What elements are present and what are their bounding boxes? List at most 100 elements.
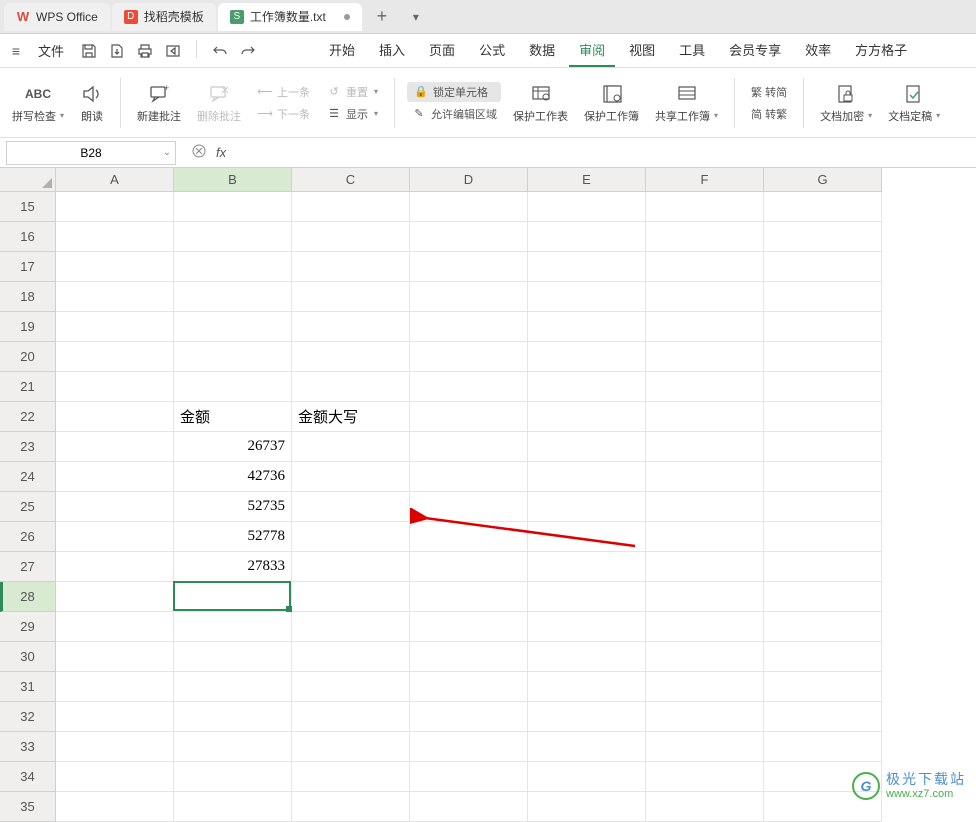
cell[interactable] [410, 672, 528, 702]
cancel-icon[interactable] [192, 144, 206, 161]
cell[interactable] [764, 402, 882, 432]
cell[interactable] [174, 672, 292, 702]
cell[interactable] [292, 252, 410, 282]
preview-icon[interactable] [162, 40, 184, 62]
row-header[interactable]: 20 [0, 342, 56, 372]
cell[interactable] [56, 702, 174, 732]
cell[interactable] [646, 342, 764, 372]
cell[interactable] [528, 612, 646, 642]
cell[interactable] [174, 372, 292, 402]
cell[interactable] [410, 732, 528, 762]
row-header[interactable]: 26 [0, 522, 56, 552]
cell[interactable] [56, 402, 174, 432]
cell[interactable] [646, 732, 764, 762]
cell[interactable] [56, 762, 174, 792]
row-header[interactable]: 32 [0, 702, 56, 732]
cell[interactable] [56, 282, 174, 312]
cell[interactable] [646, 642, 764, 672]
cell[interactable] [528, 432, 646, 462]
cell[interactable] [764, 252, 882, 282]
menu-tab-member[interactable]: 会员专享 [719, 34, 791, 67]
cell[interactable] [410, 642, 528, 672]
cell[interactable] [764, 222, 882, 252]
cell[interactable] [174, 342, 292, 372]
cell[interactable]: 52778 [174, 522, 292, 552]
file-menu[interactable]: 文件 [30, 41, 72, 60]
protect-sheet-button[interactable]: 保护工作表 [509, 82, 572, 124]
tab-workbook[interactable]: S 工作簿数量.txt [218, 3, 362, 31]
row-header[interactable]: 34 [0, 762, 56, 792]
cell[interactable] [410, 762, 528, 792]
export-icon[interactable] [106, 40, 128, 62]
undo-icon[interactable] [209, 40, 231, 62]
cell[interactable] [646, 282, 764, 312]
redo-icon[interactable] [237, 40, 259, 62]
cell[interactable] [646, 402, 764, 432]
cell[interactable] [410, 492, 528, 522]
cell[interactable] [528, 312, 646, 342]
cell[interactable] [410, 702, 528, 732]
cell[interactable] [764, 672, 882, 702]
finalize-button[interactable]: 文档定稿▾ [884, 82, 944, 124]
menu-tab-efficiency[interactable]: 效率 [795, 34, 841, 67]
cell[interactable] [528, 492, 646, 522]
cell[interactable] [174, 312, 292, 342]
cell[interactable] [528, 522, 646, 552]
row-header[interactable]: 33 [0, 732, 56, 762]
cell[interactable] [174, 192, 292, 222]
cell[interactable] [764, 522, 882, 552]
cell[interactable] [764, 342, 882, 372]
cell[interactable] [646, 432, 764, 462]
cell[interactable] [174, 582, 292, 612]
cell[interactable] [56, 672, 174, 702]
allow-edit-button[interactable]: ✎允许编辑区域 [407, 104, 501, 124]
cell[interactable] [292, 672, 410, 702]
cell[interactable] [646, 522, 764, 552]
cell[interactable] [646, 252, 764, 282]
column-header[interactable]: B [174, 168, 292, 192]
cell[interactable] [646, 222, 764, 252]
cell[interactable] [56, 312, 174, 342]
cell[interactable] [646, 462, 764, 492]
cell[interactable] [528, 732, 646, 762]
cell[interactable] [410, 402, 528, 432]
protect-workbook-button[interactable]: 保护工作簿 [580, 82, 643, 124]
row-header[interactable]: 15 [0, 192, 56, 222]
cell[interactable] [764, 702, 882, 732]
cell[interactable] [410, 282, 528, 312]
cell[interactable] [528, 462, 646, 492]
row-header[interactable]: 23 [0, 432, 56, 462]
cell[interactable] [528, 342, 646, 372]
hamburger-icon[interactable]: ≡ [4, 39, 28, 63]
next-comment-button[interactable]: ⟶下一条 [253, 104, 314, 124]
cell[interactable] [528, 672, 646, 702]
cell[interactable] [764, 462, 882, 492]
cell[interactable] [764, 372, 882, 402]
cell[interactable]: 27833 [174, 552, 292, 582]
menu-tab-start[interactable]: 开始 [319, 34, 365, 67]
cell[interactable] [410, 462, 528, 492]
cell[interactable]: 金额大写 [292, 402, 410, 432]
cell[interactable] [528, 192, 646, 222]
cell[interactable] [174, 222, 292, 252]
cell[interactable]: 金额 [174, 402, 292, 432]
row-header[interactable]: 25 [0, 492, 56, 522]
cell[interactable] [528, 222, 646, 252]
column-header[interactable]: E [528, 168, 646, 192]
row-header[interactable]: 29 [0, 612, 56, 642]
cell[interactable] [56, 582, 174, 612]
cell[interactable] [410, 312, 528, 342]
cell[interactable]: 26737 [174, 432, 292, 462]
row-header[interactable]: 30 [0, 642, 56, 672]
tab-template[interactable]: D 找稻壳模板 [112, 3, 216, 31]
lock-cell-button[interactable]: 🔒锁定单元格 [407, 82, 501, 102]
to-simplified-button[interactable]: 繁 转简 [747, 82, 791, 102]
cell[interactable] [646, 372, 764, 402]
cell[interactable] [56, 192, 174, 222]
cell[interactable] [646, 702, 764, 732]
to-traditional-button[interactable]: 简 转繁 [747, 104, 791, 124]
encrypt-button[interactable]: 文档加密▾ [816, 82, 876, 124]
tab-menu-button[interactable]: ▾ [402, 3, 430, 31]
cell[interactable] [292, 462, 410, 492]
menu-tab-formula[interactable]: 公式 [469, 34, 515, 67]
